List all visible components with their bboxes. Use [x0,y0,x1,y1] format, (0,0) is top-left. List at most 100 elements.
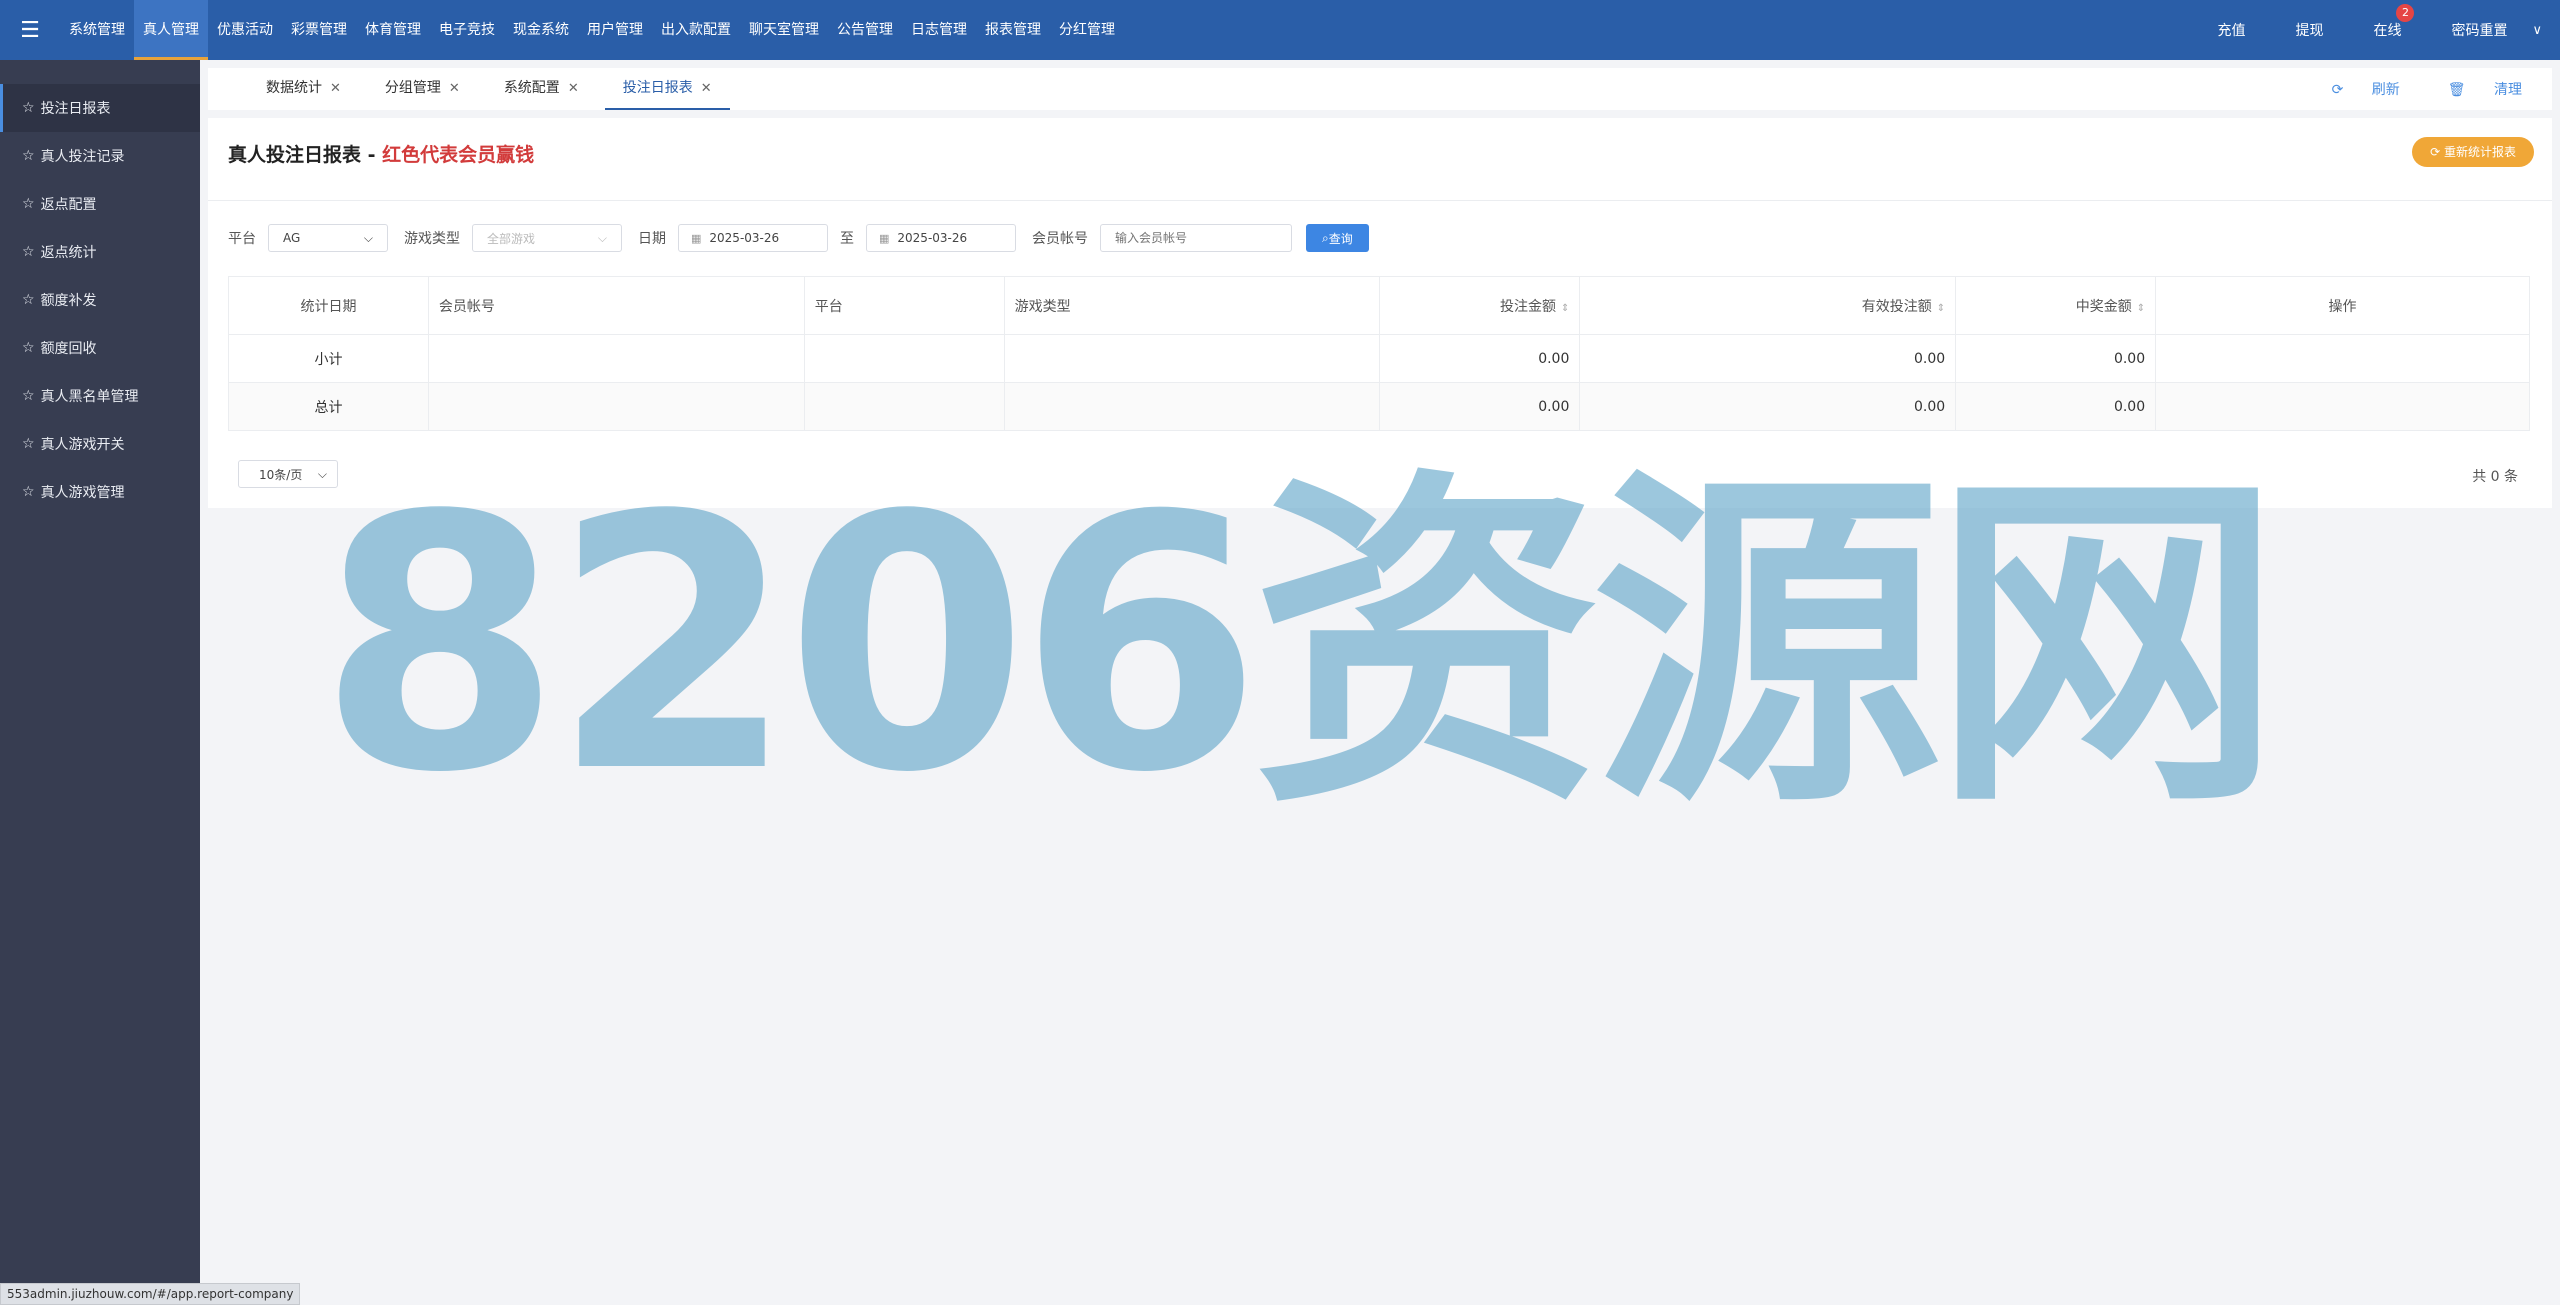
close-icon[interactable]: ✕ [449,81,460,96]
nav-item-cash[interactable]: 现金系统 [504,0,578,60]
sidebar-item-blacklist[interactable]: ☆ 真人黑名单管理 [0,372,200,420]
status-bar-url: 553admin.jiuzhouw.com/#/app.report-compa… [0,1283,301,1305]
sort-icon[interactable]: ⇕ [1937,303,1945,314]
tab-group-management[interactable]: 分组管理 ✕ [367,68,478,110]
table-cell: 0.00 [1379,334,1581,383]
chevron-down-icon: ⌵ [317,466,327,481]
sidebar-item-label: 真人黑名单管理 [40,389,139,405]
col-header-date: 统计日期 [228,276,429,335]
nav-item-dividend[interactable]: 分红管理 [1050,0,1124,60]
sidebar-item-game-switch[interactable]: ☆ 真人游戏开关 [0,420,200,468]
refresh-button[interactable]: ⟳ 刷新 [2308,79,2400,99]
refresh-label: 刷新 [2371,82,2400,98]
col-header-bet-amount[interactable]: 投注金额 ⇕ [1379,276,1581,335]
sidebar-item-label: 投注日报表 [40,101,111,117]
col-header-account: 会员帐号 [427,276,805,335]
close-icon[interactable]: ✕ [330,81,341,96]
col-header-valid-bet[interactable]: 有效投注额 ⇕ [1579,276,1957,335]
table-cell [803,334,1005,383]
sidebar: ☆ 投注日报表 ☆ 真人投注记录 ☆ 返点配置 ☆ 返点统计 ☆ 额度补发 ☆ 额度回收 ☆… [0,60,200,1305]
game-type-select[interactable]: 全部游戏 ⌵ [472,224,622,252]
report-table: 统计日期 会员帐号 平台 游戏类型 投注金额 ⇕ 有效投注额 ⇕ 中奖金额 ⇕ 操作 … [228,276,2530,431]
nav-item-live[interactable]: 真人管理 [134,0,208,60]
date-to-picker[interactable]: ▦ 2025-03-26 [866,224,1016,252]
platform-select[interactable]: AG ⌵ [268,224,388,252]
sidebar-item-label: 真人投注记录 [40,149,125,165]
page-size-select[interactable]: 10条/页 ⌵ [238,460,338,488]
nav-right: 充值 提现 在线 2 密码重置 ∨ [2192,0,2560,60]
table-cell: 总计 [228,382,429,431]
col-header-win-amount[interactable]: 中奖金额 ⇕ [1955,276,2157,335]
recount-label: 重新统计报表 [2443,145,2516,159]
chevron-down-icon[interactable]: ∨ [2532,23,2560,38]
nav-item-reports[interactable]: 报表管理 [976,0,1050,60]
table-cell: 小计 [228,334,429,383]
withdraw-link[interactable]: 提现 [2270,20,2348,40]
sidebar-item-quota-reissue[interactable]: ☆ 额度补发 [0,276,200,324]
recharge-link[interactable]: 充值 [2192,20,2270,40]
nav-item-lottery[interactable]: 彩票管理 [282,0,356,60]
sidebar-item-game-management[interactable]: ☆ 真人游戏管理 [0,468,200,516]
table-row: 总计 0.00 0.00 0.00 [228,382,2530,431]
nav-item-notice[interactable]: 公告管理 [828,0,902,60]
star-icon: ☆ [22,100,35,116]
nav-item-sports[interactable]: 体育管理 [356,0,430,60]
star-icon: ☆ [22,484,35,500]
col-header-label: 投注金额 [1499,298,1556,315]
table-cell [427,334,805,383]
close-icon[interactable]: ✕ [701,81,712,96]
table-cell [2155,382,2530,431]
sidebar-item-bet-daily-report[interactable]: ☆ 投注日报表 [0,84,200,132]
tab-label: 投注日报表 [622,80,693,96]
refresh-icon: ⟳ [2430,145,2444,159]
query-button[interactable]: ⌕ 查询 [1306,224,1369,252]
online-badge: 2 [2396,4,2415,22]
nav-item-users[interactable]: 用户管理 [578,0,652,60]
nav-item-chatroom[interactable]: 聊天室管理 [740,0,828,60]
star-icon: ☆ [22,388,35,404]
clear-button[interactable]: 🗑 清理 [2424,79,2522,99]
nav-item-logs[interactable]: 日志管理 [902,0,976,60]
sort-icon[interactable]: ⇕ [2137,303,2145,314]
top-navbar: ☰ 系统管理 真人管理 优惠活动 彩票管理 体育管理 电子竞技 现金系统 用户管… [0,0,2560,60]
trash-icon: 🗑 [2447,82,2470,98]
tab-data-stats[interactable]: 数据统计 ✕ [248,68,359,110]
tab-bet-daily-report[interactable]: 投注日报表 ✕ [604,68,730,110]
date-from-picker[interactable]: ▦ 2025-03-26 [678,224,828,252]
star-icon: ☆ [22,244,35,260]
sidebar-item-label: 返点统计 [40,245,97,261]
divider [208,200,2552,201]
nav-item-promotions[interactable]: 优惠活动 [208,0,282,60]
star-icon: ☆ [22,148,35,164]
tab-label: 分组管理 [384,80,441,96]
sidebar-item-live-bet-records[interactable]: ☆ 真人投注记录 [0,132,200,180]
online-label: 在线 [2373,23,2402,39]
sidebar-item-rebate-stats[interactable]: ☆ 返点统计 [0,228,200,276]
tab-bar: 数据统计 ✕ 分组管理 ✕ 系统配置 ✕ 投注日报表 ✕ ⟳ 刷新 🗑 清理 [208,68,2552,110]
sidebar-item-label: 真人游戏开关 [40,437,125,453]
nav-item-system[interactable]: 系统管理 [60,0,134,60]
nav-item-deposit-config[interactable]: 出入款配置 [652,0,740,60]
account-input[interactable] [1100,224,1292,252]
sidebar-item-rebate-config[interactable]: ☆ 返点配置 [0,180,200,228]
sidebar-item-quota-recovery[interactable]: ☆ 额度回收 [0,324,200,372]
account-label: 会员帐号 [1032,231,1088,247]
main-nav: 系统管理 真人管理 优惠活动 彩票管理 体育管理 电子竞技 现金系统 用户管理 … [60,0,1124,60]
sort-icon[interactable]: ⇕ [1561,303,1569,314]
table-cell: 0.00 [1379,382,1581,431]
chevron-down-icon: ⌵ [363,230,373,245]
tab-system-config[interactable]: 系统配置 ✕ [486,68,597,110]
hamburger-icon[interactable]: ☰ [0,0,60,60]
close-icon[interactable]: ✕ [568,81,579,96]
online-link[interactable]: 在线 2 [2348,4,2426,40]
col-header-label: 有效投注额 [1861,298,1932,315]
table-cell [1003,382,1381,431]
password-reset-link[interactable]: 密码重置 [2426,20,2532,40]
table-cell [1003,334,1381,383]
nav-item-esports[interactable]: 电子竞技 [430,0,504,60]
col-header-platform: 平台 [803,276,1005,335]
date-from-value: 2025-03-26 [709,231,780,245]
recount-report-button[interactable]: ⟳ 重新统计报表 [2412,137,2534,167]
col-header-actions: 操作 [2155,276,2530,335]
page-title-highlight: 红色代表会员赢钱 [382,144,535,166]
